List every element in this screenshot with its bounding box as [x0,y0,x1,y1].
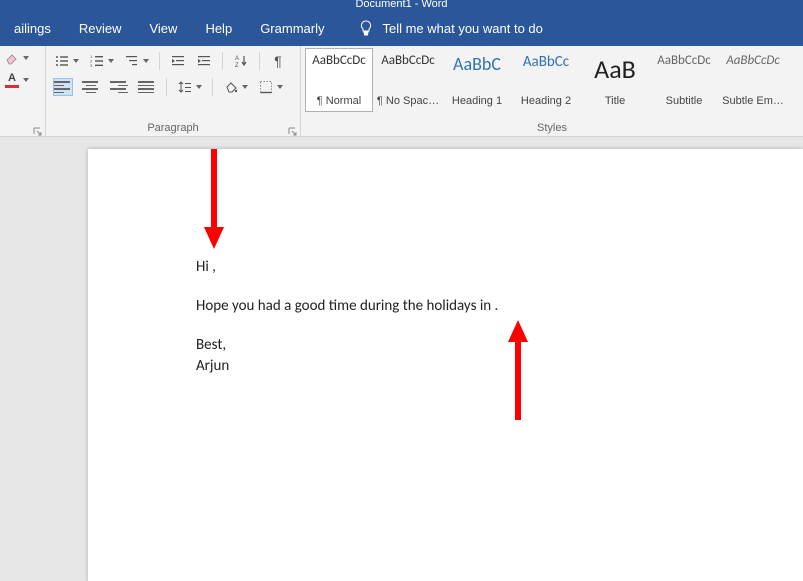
tab-help[interactable]: Help [191,10,246,46]
tab-mailings[interactable]: ailings [0,10,65,46]
ribbon-group-font-partial: A [0,46,46,137]
separator [222,52,223,70]
style-item-0[interactable]: AaBbCcDc ¶ Normal [305,48,373,112]
multilevel-list-icon [124,53,140,69]
dialog-launcher-icon[interactable] [288,125,298,135]
separator [212,78,213,96]
separator [159,52,160,70]
separator [259,52,260,70]
doc-signature: Arjun [196,356,803,377]
svg-text:A: A [235,56,239,62]
paragraph-label-text: Paragraph [147,122,198,134]
group-label-font [0,119,45,137]
style-name: Heading 2 [521,95,571,107]
tab-view[interactable]: View [135,10,191,46]
tell-me-placeholder: Tell me what you want to do [382,21,542,36]
chevron-down-icon [23,78,29,82]
tell-me-search[interactable]: Tell me what you want to do [358,20,542,36]
decrease-indent-button[interactable] [170,53,186,69]
title-bar: Document1 - Word [0,0,803,10]
style-preview: AaBbCcDc [657,53,711,68]
sort-button[interactable]: AZ [233,53,249,69]
style-preview: AaBbCcDc [726,53,780,68]
chevron-down-icon [277,85,283,89]
style-name: Title [605,95,625,107]
chevron-down-icon [108,59,114,63]
style-preview: AaBbCcDc [381,53,435,68]
eraser-icon [4,50,20,66]
tab-review[interactable]: Review [65,10,136,46]
doc-closing: Best, [196,335,803,356]
numbering-icon: 123 [89,53,105,69]
style-name: ¶ No Spac… [377,95,439,107]
tab-help-label: Help [205,21,232,36]
tab-grammarly-label: Grammarly [260,21,324,36]
style-item-4[interactable]: AaB Title [581,48,649,112]
justify-button[interactable] [138,79,156,95]
group-label-paragraph: Paragraph [46,119,300,137]
clear-formatting-button[interactable] [4,50,29,66]
style-item-6[interactable]: AaBbCcDc Subtle Em… [719,48,787,112]
style-name: Subtitle [666,95,703,107]
numbering-button[interactable]: 123 [89,53,114,69]
style-preview: AaBbCcDc [312,53,366,68]
style-item-5[interactable]: AaBbCcDc Subtitle [650,48,718,112]
font-color-icon: A [4,72,20,88]
style-preview: AaBbCc [523,53,569,71]
style-name: ¶ Normal [317,95,361,107]
align-right-button[interactable] [110,79,128,95]
style-item-1[interactable]: AaBbCcDc ¶ No Spac… [374,48,442,112]
styles-label-text: Styles [537,122,567,134]
ribbon-tab-bar: ailings Review View Help Grammarly Tell … [0,10,803,46]
doc-body: Hope you had a good time during the holi… [196,296,803,317]
style-name: Subtle Em… [722,95,784,107]
chevron-down-icon [143,59,149,63]
svg-text:3: 3 [90,63,93,68]
style-item-2[interactable]: AaBbC Heading 1 [443,48,511,112]
title-text: Document1 - Word [355,0,447,10]
multilevel-list-button[interactable] [124,53,149,69]
style-preview: AaB [594,53,636,85]
ribbon: A 123 [0,46,803,137]
style-preview: AaBbC [453,53,501,75]
increase-indent-button[interactable] [196,53,212,69]
tab-view-label: View [149,21,177,36]
style-item-3[interactable]: AaBbCc Heading 2 [512,48,580,112]
borders-button[interactable] [258,79,283,95]
line-spacing-icon [177,79,193,95]
document-workspace: Hi , Hope you had a good time during the… [0,137,803,581]
paint-bucket-icon [223,79,239,95]
borders-icon [258,79,274,95]
chevron-down-icon [242,85,248,89]
chevron-down-icon [196,85,202,89]
tab-grammarly[interactable]: Grammarly [246,10,338,46]
align-left-button[interactable] [54,79,72,95]
show-hide-paragraph-button[interactable]: ¶ [270,53,286,69]
chevron-down-icon [73,59,79,63]
svg-text:Z: Z [235,63,239,68]
tab-review-label: Review [79,21,122,36]
line-spacing-button[interactable] [177,79,202,95]
ribbon-group-styles: AaBbCcDc ¶ Normal AaBbCcDc ¶ No Spac… AaBbC H… [301,46,803,137]
ribbon-group-paragraph: 123 AZ [46,46,301,137]
dialog-launcher-icon[interactable] [33,125,43,135]
shading-button[interactable] [223,79,248,95]
doc-greeting: Hi , [196,257,803,278]
tab-mailings-label: ailings [14,21,51,36]
chevron-down-icon [23,56,29,60]
group-label-styles: Styles [301,119,803,137]
separator [166,78,167,96]
document-page[interactable]: Hi , Hope you had a good time during the… [88,149,803,581]
style-name: Heading 1 [452,95,502,107]
bullets-button[interactable] [54,53,79,69]
bullets-icon [54,53,70,69]
font-color-button[interactable]: A [4,72,29,88]
align-center-button[interactable] [82,79,100,95]
lightbulb-icon [358,20,374,36]
